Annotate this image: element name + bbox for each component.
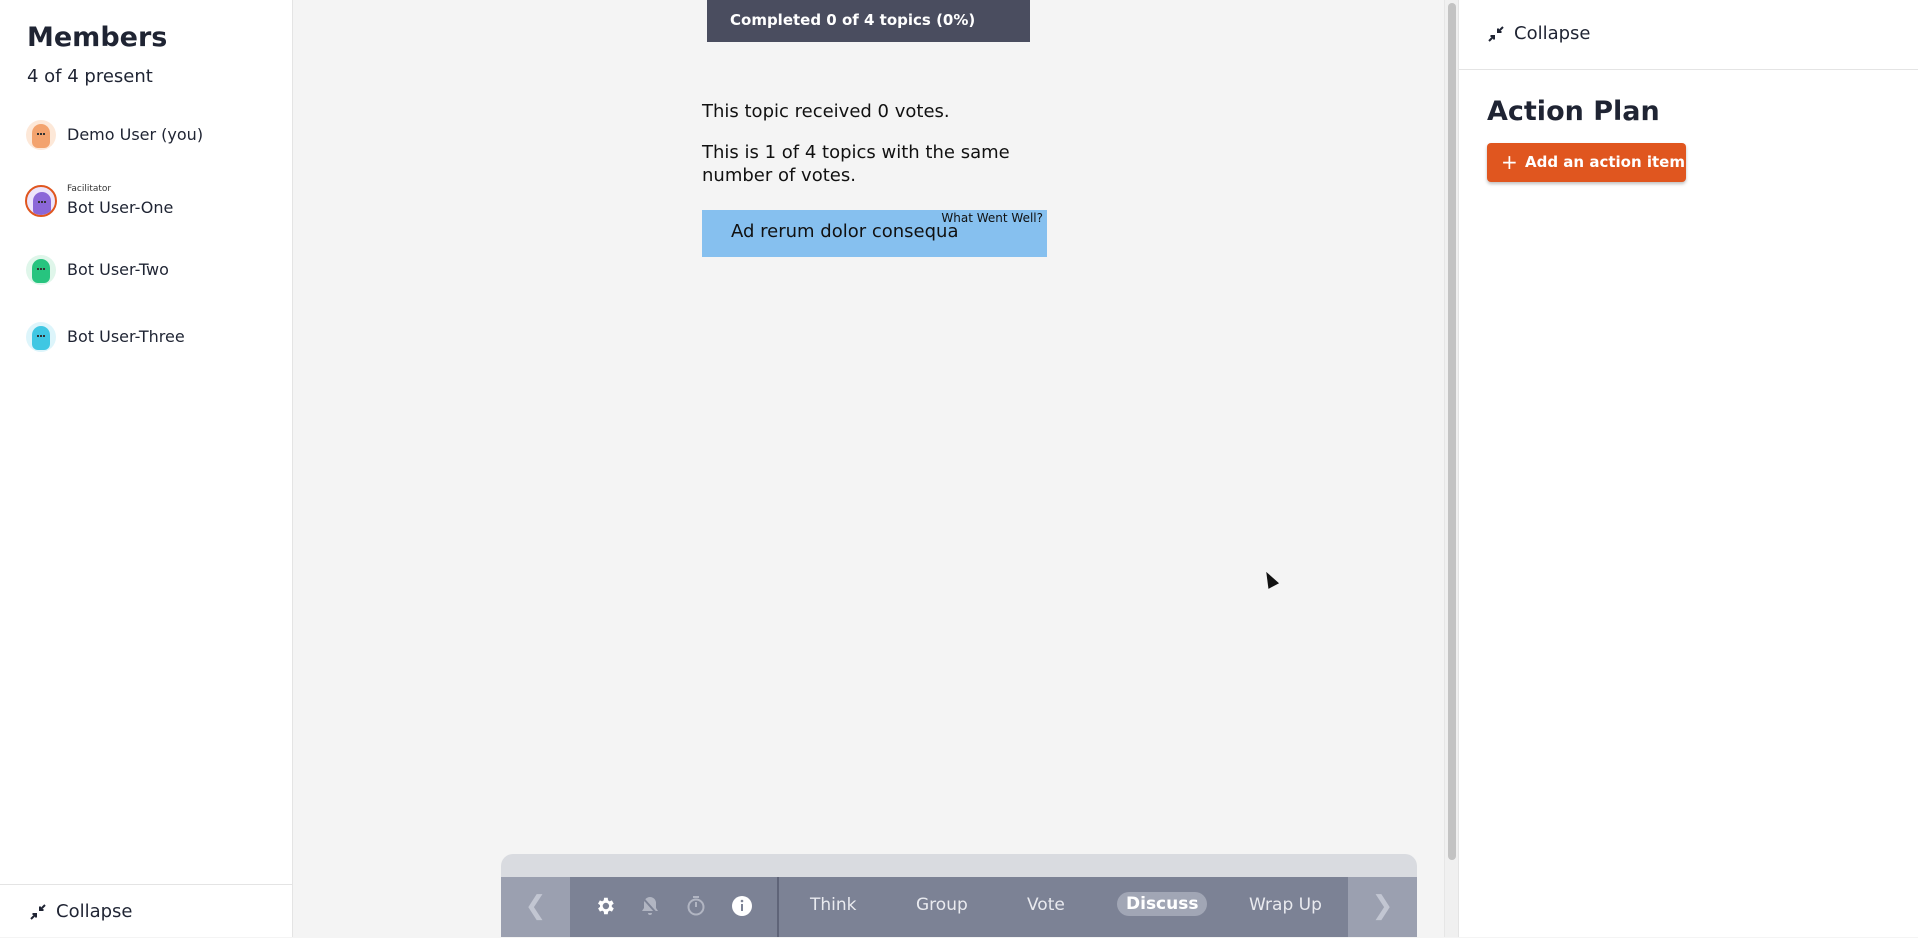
facilitator-label: Facilitator <box>67 184 112 194</box>
topic-card[interactable]: Ad rerum dolor consequa What Went Well? <box>702 210 1047 257</box>
votes-message: This topic received 0 votes. <box>702 101 950 122</box>
info-icon[interactable] <box>730 895 754 919</box>
collapse-label: Collapse <box>56 901 133 922</box>
members-sidebar: Members 4 of 4 present Demo User (you) F… <box>0 0 293 937</box>
present-count: 4 of 4 present <box>27 66 153 87</box>
chevron-left-icon[interactable]: ❮ <box>501 877 570 937</box>
collapse-icon <box>1488 26 1504 42</box>
phase-wrap-up[interactable]: Wrap Up <box>1249 895 1322 915</box>
card-text: Ad rerum dolor consequa <box>731 221 959 242</box>
members-title: Members <box>27 22 168 53</box>
toolbar-handle <box>501 854 1417 878</box>
member-demo-user[interactable]: Demo User (you) <box>26 120 276 160</box>
add-action-item-button[interactable]: + Add an action item <box>1487 143 1686 182</box>
left-collapse-button[interactable]: Collapse <box>0 884 292 938</box>
member-name: Bot User-One <box>67 198 174 217</box>
member-bot-user-two[interactable]: Bot User-Two <box>26 255 276 295</box>
avatar <box>26 120 56 150</box>
member-name: Demo User (you) <box>67 125 204 144</box>
collapse-label: Collapse <box>1514 23 1591 44</box>
scrollbar-thumb[interactable] <box>1448 3 1456 860</box>
phase-vote[interactable]: Vote <box>1027 895 1065 915</box>
mouse-cursor-icon <box>1260 569 1280 589</box>
avatar <box>25 185 57 217</box>
phase-think[interactable]: Think <box>810 895 857 915</box>
card-column-label: What Went Well? <box>941 211 1043 225</box>
tie-message-line1: This is 1 of 4 topics with the same <box>702 142 1010 163</box>
gear-icon[interactable] <box>593 895 617 919</box>
action-plan-panel: Collapse Action Plan + Add an action ite… <box>1458 0 1918 937</box>
main-scrollbar[interactable] <box>1444 0 1458 937</box>
phase-discuss[interactable]: Discuss <box>1117 892 1208 916</box>
bottom-toolbar: ❮ Think Group Vote Discuss Wrap Up ❯ <box>501 877 1417 937</box>
avatar <box>26 255 56 285</box>
add-action-item-label: Add an action item <box>1525 153 1685 171</box>
plus-icon: + <box>1501 150 1518 174</box>
toolbar-divider <box>777 877 779 937</box>
member-bot-user-one[interactable]: Facilitator Bot User-One <box>25 184 276 226</box>
avatar <box>26 322 56 352</box>
member-name: Bot User-Two <box>67 260 169 279</box>
right-collapse-button[interactable]: Collapse <box>1459 0 1918 70</box>
collapse-icon <box>30 904 46 920</box>
chevron-right-icon[interactable]: ❯ <box>1348 877 1417 937</box>
member-bot-user-three[interactable]: Bot User-Three <box>26 322 276 362</box>
action-plan-title: Action Plan <box>1487 96 1660 127</box>
timer-icon[interactable] <box>684 895 708 919</box>
bell-icon[interactable] <box>638 895 662 919</box>
progress-banner: Completed 0 of 4 topics (0%) <box>707 0 1030 42</box>
tie-message-line2: number of votes. <box>702 165 856 186</box>
phase-group[interactable]: Group <box>916 895 968 915</box>
member-name: Bot User-Three <box>67 327 185 346</box>
